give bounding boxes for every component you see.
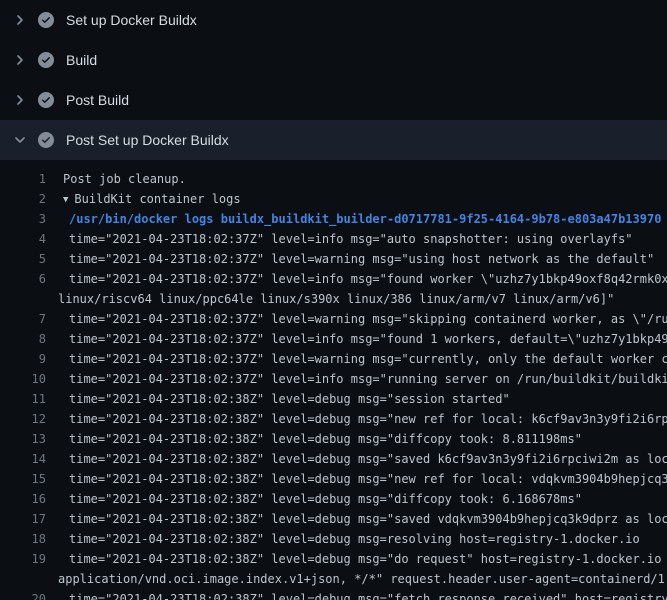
line-number[interactable]: 13 xyxy=(0,432,46,446)
log-line: 19 time="2021-04-23T18:02:38Z" level=debu… xyxy=(0,549,667,569)
step-label: Post Set up Docker Buildx xyxy=(66,130,229,150)
log-text: Post job cleanup. xyxy=(63,172,186,186)
line-number[interactable]: 5 xyxy=(0,252,46,266)
group-collapse-triangle-icon[interactable]: ▼ xyxy=(63,195,68,205)
chevron-right-icon xyxy=(12,12,28,28)
log-line: 8 time="2021-04-23T18:02:37Z" level=info … xyxy=(0,329,667,349)
log-text: time="2021-04-23T18:02:38Z" level=debug … xyxy=(69,452,667,466)
step-post-set-up-docker-buildx[interactable]: Post Set up Docker Buildx xyxy=(0,120,667,160)
log-text: time="2021-04-23T18:02:37Z" level=info m… xyxy=(69,332,667,346)
log-command-text: /usr/bin/docker logs buildx_buildkit_bui… xyxy=(69,212,661,226)
log-text: application/vnd.oci.image.index.v1+json,… xyxy=(58,572,667,586)
line-number[interactable]: 10 xyxy=(0,372,46,386)
line-number[interactable]: 14 xyxy=(0,452,46,466)
step-label: Build xyxy=(66,50,97,70)
step-label: Set up Docker Buildx xyxy=(66,10,197,30)
log-line: 11 time="2021-04-23T18:02:38Z" level=debu… xyxy=(0,389,667,409)
log-line: 2 ▼BuildKit container logs xyxy=(0,189,667,209)
line-number[interactable]: 1 xyxy=(0,172,46,186)
log-text: time="2021-04-23T18:02:37Z" level=warnin… xyxy=(69,312,667,326)
check-circle-icon xyxy=(38,52,54,68)
log-line: 17 time="2021-04-23T18:02:38Z" level=debu… xyxy=(0,509,667,529)
log-line: 7 time="2021-04-23T18:02:37Z" level=warni… xyxy=(0,309,667,329)
step-post-build[interactable]: Post Build xyxy=(0,80,667,120)
line-number[interactable]: 11 xyxy=(0,392,46,406)
chevron-down-icon xyxy=(12,132,28,148)
log-line: 14 time="2021-04-23T18:02:38Z" level=debu… xyxy=(0,449,667,469)
log-line: 3/usr/bin/docker logs buildx_buildkit_bu… xyxy=(0,209,667,229)
workflow-log-viewer: Set up Docker Buildx Build Post Build xyxy=(0,0,667,600)
log-text: time="2021-04-23T18:02:38Z" level=debug … xyxy=(69,512,667,526)
log-line: 5 time="2021-04-23T18:02:37Z" level=warni… xyxy=(0,249,667,269)
step-set-up-docker-buildx[interactable]: Set up Docker Buildx xyxy=(0,0,667,40)
step-label: Post Build xyxy=(66,90,129,110)
log-text: time="2021-04-23T18:02:37Z" level=info m… xyxy=(69,272,667,286)
log-line: 13 time="2021-04-23T18:02:38Z" level=debu… xyxy=(0,429,667,449)
log-line: 10 time="2021-04-23T18:02:37Z" level=info… xyxy=(0,369,667,389)
log-text: time="2021-04-23T18:02:38Z" level=debug … xyxy=(69,532,640,546)
log-text: time="2021-04-23T18:02:37Z" level=warnin… xyxy=(69,252,654,266)
log-line: 12 time="2021-04-23T18:02:38Z" level=debu… xyxy=(0,409,667,429)
log-text: time="2021-04-23T18:02:38Z" level=debug … xyxy=(69,432,582,446)
log-text: time="2021-04-23T18:02:38Z" level=debug … xyxy=(69,552,667,566)
line-number[interactable]: 2 xyxy=(0,192,46,206)
log-line: 4 time="2021-04-23T18:02:37Z" level=info … xyxy=(0,229,667,249)
line-number[interactable]: 9 xyxy=(0,352,46,366)
log-line: 9 time="2021-04-23T18:02:37Z" level=warni… xyxy=(0,349,667,369)
line-number[interactable]: 20 xyxy=(0,592,46,600)
line-number[interactable]: 3 xyxy=(0,212,46,226)
step-build[interactable]: Build xyxy=(0,40,667,80)
log-text: time="2021-04-23T18:02:38Z" level=debug … xyxy=(69,412,667,426)
line-number[interactable]: 6 xyxy=(0,272,46,286)
log-line: 15 time="2021-04-23T18:02:38Z" level=debu… xyxy=(0,469,667,489)
chevron-right-icon xyxy=(12,92,28,108)
check-circle-icon xyxy=(38,132,54,148)
log-text: time="2021-04-23T18:02:37Z" level=info m… xyxy=(69,232,633,246)
step-list: Set up Docker Buildx Build Post Build xyxy=(0,0,667,160)
log-line: 6 time="2021-04-23T18:02:37Z" level=info … xyxy=(0,269,667,289)
log-text: time="2021-04-23T18:02:38Z" level=debug … xyxy=(69,592,667,600)
log-area: 1 Post job cleanup. 2 ▼BuildKit container l… xyxy=(0,160,667,600)
line-number[interactable]: 19 xyxy=(0,552,46,566)
log-text: time="2021-04-23T18:02:38Z" level=debug … xyxy=(69,392,510,406)
line-number[interactable]: 7 xyxy=(0,312,46,326)
log-text: time="2021-04-23T18:02:38Z" level=debug … xyxy=(69,492,582,506)
log-text[interactable]: ▼BuildKit container logs xyxy=(63,192,241,206)
line-number[interactable]: 15 xyxy=(0,472,46,486)
check-circle-icon xyxy=(38,92,54,108)
check-circle-icon xyxy=(38,12,54,28)
log-line: 18 time="2021-04-23T18:02:38Z" level=debu… xyxy=(0,529,667,549)
chevron-right-icon xyxy=(12,52,28,68)
log-text: time="2021-04-23T18:02:37Z" level=warnin… xyxy=(69,352,667,366)
log-line: linux/riscv64 linux/ppc64le linux/s390x … xyxy=(0,289,667,309)
line-number[interactable]: 4 xyxy=(0,232,46,246)
log-line: 16 time="2021-04-23T18:02:38Z" level=debu… xyxy=(0,489,667,509)
log-text: time="2021-04-23T18:02:37Z" level=info m… xyxy=(69,372,667,386)
log-line: 1 Post job cleanup. xyxy=(0,169,667,189)
line-number[interactable]: 18 xyxy=(0,532,46,546)
log-line: application/vnd.oci.image.index.v1+json,… xyxy=(0,569,667,589)
log-text: linux/riscv64 linux/ppc64le linux/s390x … xyxy=(58,292,614,306)
log-text: time="2021-04-23T18:02:38Z" level=debug … xyxy=(69,472,667,486)
line-number[interactable]: 16 xyxy=(0,492,46,506)
log-line: 20 time="2021-04-23T18:02:38Z" level=debu… xyxy=(0,589,667,600)
line-number[interactable]: 17 xyxy=(0,512,46,526)
line-number[interactable]: 12 xyxy=(0,412,46,426)
line-number[interactable]: 8 xyxy=(0,332,46,346)
